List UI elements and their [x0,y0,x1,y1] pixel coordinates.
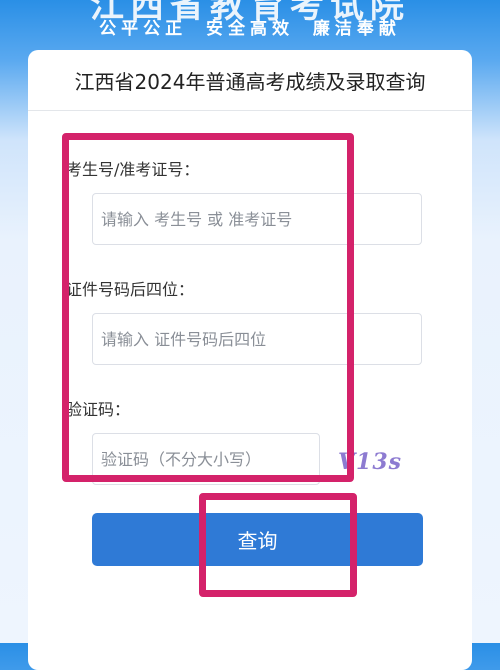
exam-id-input[interactable] [92,193,422,245]
id-last4-input[interactable] [92,313,422,365]
banner-subtitle: 公平公正 安全高效 廉洁奉献 [99,19,401,39]
card-title: 江西省2024年普通高考成绩及录取查询 [74,69,426,94]
captcha-image-text: V13s [337,449,403,475]
captcha-image[interactable]: V13s [330,442,410,482]
card-header: 江西省2024年普通高考成绩及录取查询 [28,50,472,111]
query-button[interactable]: 查询 [92,513,423,566]
page-banner: 江西省教育考试院 公平公正 安全高效 廉洁奉献 [0,0,500,48]
exam-id-label: 考生号/准考证号： [66,160,200,179]
captcha-label: 验证码： [66,400,131,419]
captcha-input[interactable] [92,433,320,485]
id-last4-label: 证件号码后四位： [66,280,195,299]
